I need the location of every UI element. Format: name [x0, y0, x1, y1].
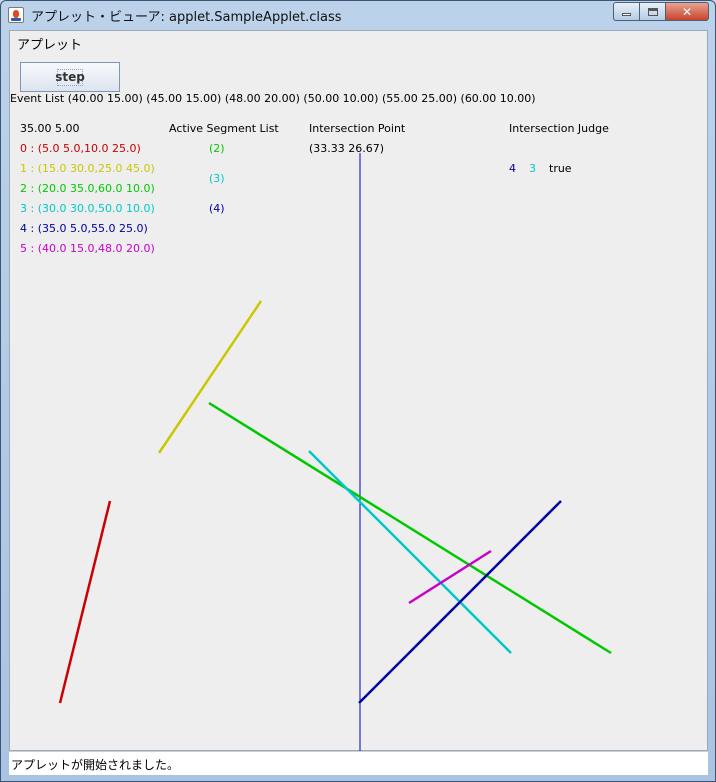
- window-controls: ✕: [613, 2, 709, 21]
- segment-line-1: [157, 300, 263, 454]
- segment-line-2: [208, 401, 612, 655]
- maximize-icon: [647, 7, 658, 16]
- segment-line-0: [58, 500, 112, 704]
- applet-area: アプレット step Event List (40.00 15.00) (45.…: [9, 30, 708, 752]
- applet-viewer-window: アプレット・ビューア: applet.SampleApplet.class ✕ …: [0, 0, 716, 782]
- minimize-button[interactable]: [613, 2, 639, 21]
- status-bar: アプレットが開始されました。: [9, 751, 708, 775]
- segment-canvas: [58, 153, 612, 752]
- close-icon: ✕: [681, 4, 693, 19]
- close-button[interactable]: ✕: [665, 2, 709, 21]
- minimize-icon: [622, 13, 631, 16]
- status-text: アプレットが開始されました。: [11, 758, 180, 772]
- java-app-icon: [8, 7, 24, 23]
- title-bar[interactable]: アプレット・ビューア: applet.SampleApplet.class ✕: [1, 1, 715, 29]
- maximize-button[interactable]: [639, 2, 665, 21]
- segment-line-5: [408, 549, 492, 605]
- window-title: アプレット・ビューア: applet.SampleApplet.class: [31, 10, 342, 25]
- segment-line-3: [308, 450, 512, 654]
